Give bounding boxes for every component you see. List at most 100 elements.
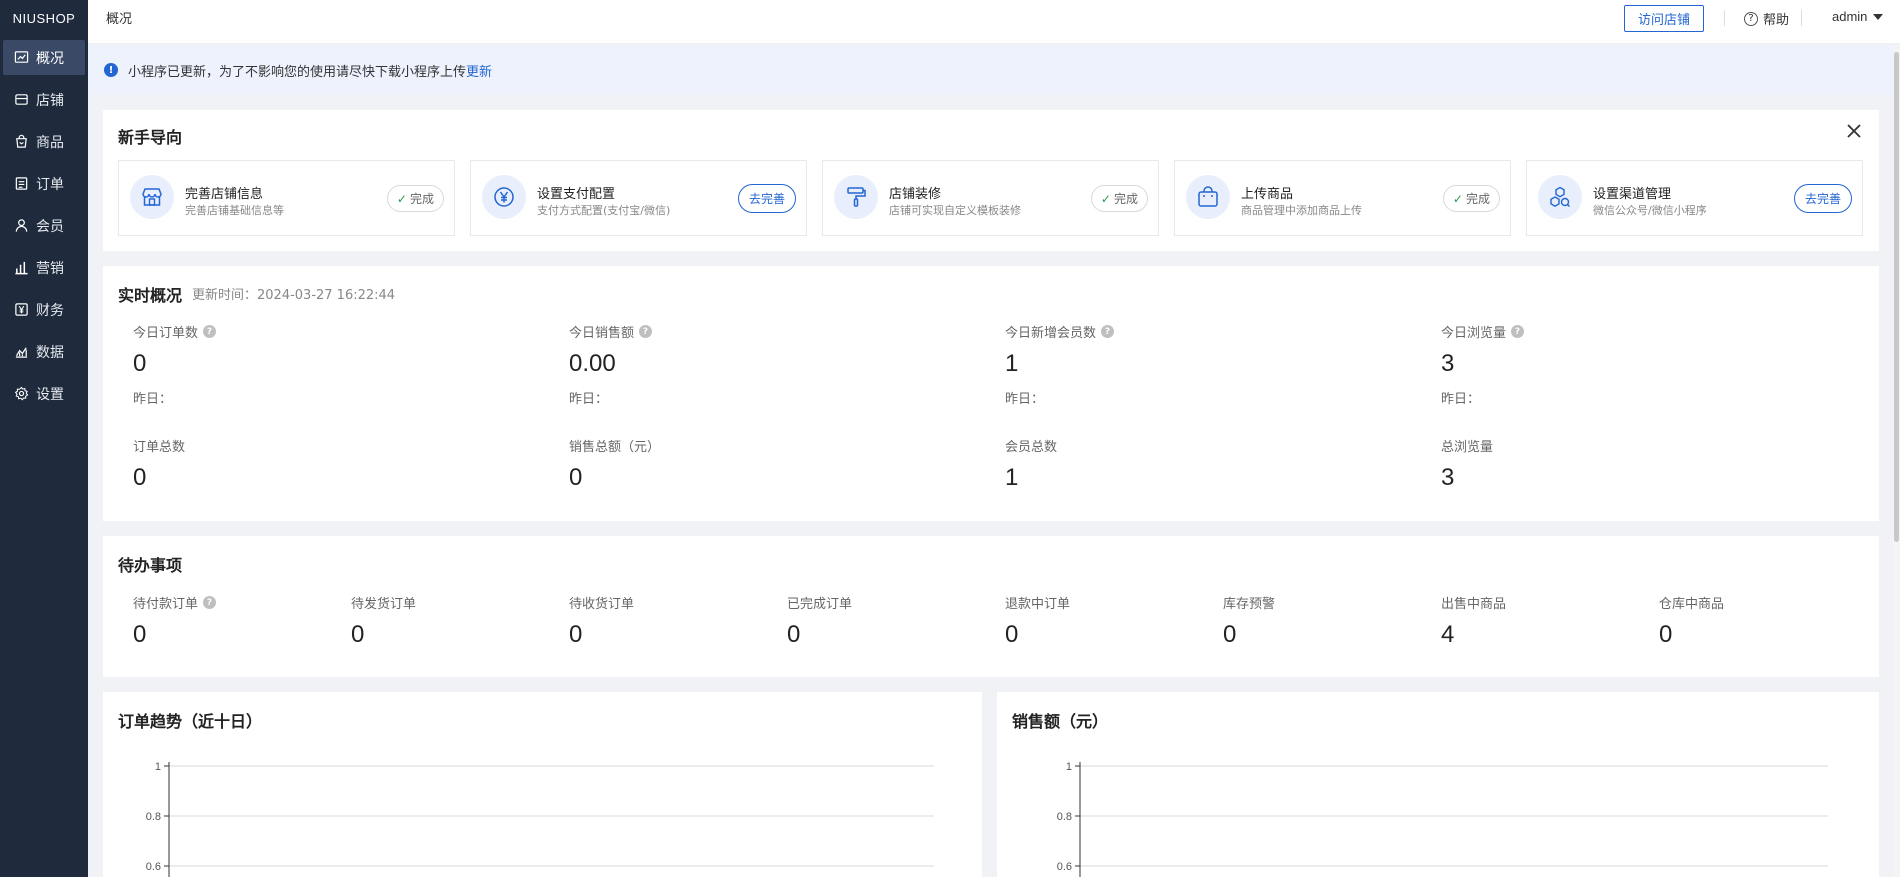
question-circle-icon[interactable]: ?: [203, 596, 217, 609]
update-notice: ! 小程序已更新，为了不影响您的使用请尽快下载小程序上传 更新: [88, 45, 1900, 95]
today-stat-value: 3: [1441, 350, 1455, 377]
sidebar-item-7[interactable]: 数据: [3, 334, 85, 369]
question-circle-icon[interactable]: ?: [1101, 325, 1115, 338]
guide-card: 店铺装修 店铺可实现自定义模板装修 ✓ 完成: [822, 160, 1159, 236]
data-chart-icon: [13, 344, 29, 360]
done-label: 完成: [1113, 192, 1138, 206]
total-stat-value: 0: [133, 464, 147, 491]
guide-card-desc: 完善店铺基础信息等: [185, 204, 284, 217]
guide-card: 完善店铺信息 完善店铺基础信息等 ✓ 完成: [118, 160, 455, 236]
sidebar-item-2[interactable]: 商品: [3, 124, 85, 159]
yesterday-label: 昨日：: [1005, 392, 1045, 407]
order-trend-chart: 1 0.8 0.6: [146, 761, 934, 877]
today-stat-label: 今日订单数?: [133, 322, 217, 341]
sidebar-item-6[interactable]: 财务: [3, 292, 85, 327]
guide-card-desc: 店铺可实现自定义模板装修: [889, 204, 1021, 217]
update-time: 更新时间：2024-03-27 16:22:44: [192, 288, 396, 303]
sidebar-item-label: 设置: [36, 386, 64, 403]
today-stat-value: 0.00: [569, 350, 616, 377]
done-badge: ✓ 完成: [386, 185, 444, 212]
y-tick-label: 1: [155, 761, 161, 773]
visit-store-button[interactable]: 访问店铺: [1624, 5, 1704, 32]
todo-label-text: 待发货订单: [351, 597, 417, 612]
realtime-panel: 实时概况 更新时间：2024-03-27 16:22:44 今日订单数? 0 昨日：…: [103, 266, 1879, 521]
y-tick-label: 0.8: [1057, 811, 1072, 823]
sidebar-item-label: 订单: [36, 176, 64, 193]
sidebar-item-0[interactable]: 概况: [3, 40, 85, 75]
total-stat-value: 1: [1005, 464, 1019, 491]
user-menu[interactable]: admin: [1832, 9, 1884, 24]
done-badge: ✓ 完成: [1442, 185, 1500, 212]
guide-card-title: 店铺装修: [889, 187, 942, 202]
header-divider: [1724, 10, 1725, 26]
y-tick-label: 0.8: [146, 811, 161, 823]
todo-panel: 待办事项 待付款订单? 0 待发货订单 0 待收货订单 0 已完成订单 0 退款中订单 0 库存预警…: [103, 536, 1879, 677]
guide-card-title: 上传商品: [1241, 187, 1294, 202]
question-circle-icon[interactable]: ?: [1511, 325, 1525, 338]
realtime-title: 实时概况: [118, 286, 183, 305]
guide-card: 上传商品 商品管理中添加商品上传 ✓ 完成: [1174, 160, 1511, 236]
complete-setup-button[interactable]: 去完善: [737, 184, 796, 213]
app-logo: NIUSHOP: [12, 10, 76, 26]
help-label: 帮助: [1763, 13, 1790, 28]
stat-label-text: 今日订单数: [133, 326, 199, 341]
todo-value[interactable]: 0: [351, 621, 364, 649]
todo-value[interactable]: 0: [569, 621, 582, 649]
today-stat-value: 0: [133, 350, 147, 377]
yesterday-label: 昨日：: [133, 392, 173, 407]
close-icon[interactable]: [1845, 122, 1863, 140]
channels-icon: [1538, 175, 1582, 219]
todo-label: 待付款订单?: [133, 593, 217, 612]
y-tick-label: 0.6: [1057, 861, 1072, 873]
sales-chart: 1 0.8 0.6: [1057, 761, 1828, 877]
todo-value[interactable]: 0: [1223, 621, 1236, 649]
done-label: 完成: [1465, 192, 1490, 206]
guide-title: 新手导向: [118, 128, 183, 147]
todo-label-text: 仓库中商品: [1659, 597, 1725, 612]
store-icon: [13, 92, 29, 108]
sidebar-item-5[interactable]: 营销: [3, 250, 85, 285]
todo-value[interactable]: 0: [787, 621, 800, 649]
total-stat-value: 0: [569, 464, 583, 491]
guide-card-title: 设置渠道管理: [1593, 187, 1672, 202]
todo-label-text: 库存预警: [1223, 597, 1276, 612]
guide-panel: 新手导向 完善店铺信息 完善店铺基础信息等 ✓ 完成 设置支付配置 支付方式配置(支付宝/…: [103, 110, 1879, 251]
todo-value[interactable]: 0: [133, 621, 146, 649]
stat-label-text: 今日新增会员数: [1005, 326, 1097, 341]
sidebar-item-label: 概况: [36, 50, 64, 67]
question-circle-icon[interactable]: ?: [203, 325, 217, 338]
store-icon: [130, 175, 174, 219]
todo-value[interactable]: 4: [1441, 621, 1454, 649]
today-stat-value: 1: [1005, 350, 1019, 377]
check-icon: ✓: [1452, 191, 1463, 206]
order-list-icon: [13, 176, 29, 192]
notice-update-link[interactable]: 更新: [466, 61, 492, 80]
complete-setup-button[interactable]: 去完善: [1793, 184, 1852, 213]
total-stat-label: 订单总数: [133, 440, 186, 455]
todo-label-text: 退款中订单: [1005, 597, 1071, 612]
today-stat-label: 今日浏览量?: [1441, 322, 1525, 341]
question-circle-icon[interactable]: ?: [639, 325, 653, 338]
chart-line-icon: [13, 50, 29, 66]
help-link[interactable]: ? 帮助: [1744, 9, 1789, 28]
todo-value[interactable]: 0: [1659, 621, 1672, 649]
todo-label: 已完成订单: [787, 593, 852, 612]
today-stat-label: 今日新增会员数?: [1005, 322, 1115, 341]
bag-icon: [13, 134, 29, 150]
scrollbar-thumb[interactable]: [1894, 52, 1899, 542]
shopping-bag-icon: [1186, 175, 1230, 219]
notice-text: 小程序已更新，为了不影响您的使用请尽快下载小程序上传: [128, 64, 467, 80]
question-circle-icon: ?: [1744, 11, 1758, 26]
total-stat-label: 总浏览量: [1441, 440, 1494, 455]
sidebar-item-1[interactable]: 店铺: [3, 82, 85, 117]
user-name: admin: [1832, 9, 1868, 24]
sidebar-item-8[interactable]: 设置: [3, 376, 85, 411]
sidebar-item-3[interactable]: 订单: [3, 166, 85, 201]
done-label: 完成: [409, 192, 434, 206]
top-header: 概况 访问店铺 ? 帮助 admin: [88, 0, 1900, 44]
info-icon: !: [104, 63, 118, 77]
paint-roller-icon: [834, 175, 878, 219]
sidebar-item-4[interactable]: 会员: [3, 208, 85, 243]
todo-value[interactable]: 0: [1005, 621, 1018, 649]
caret-down-icon: [1873, 13, 1884, 20]
